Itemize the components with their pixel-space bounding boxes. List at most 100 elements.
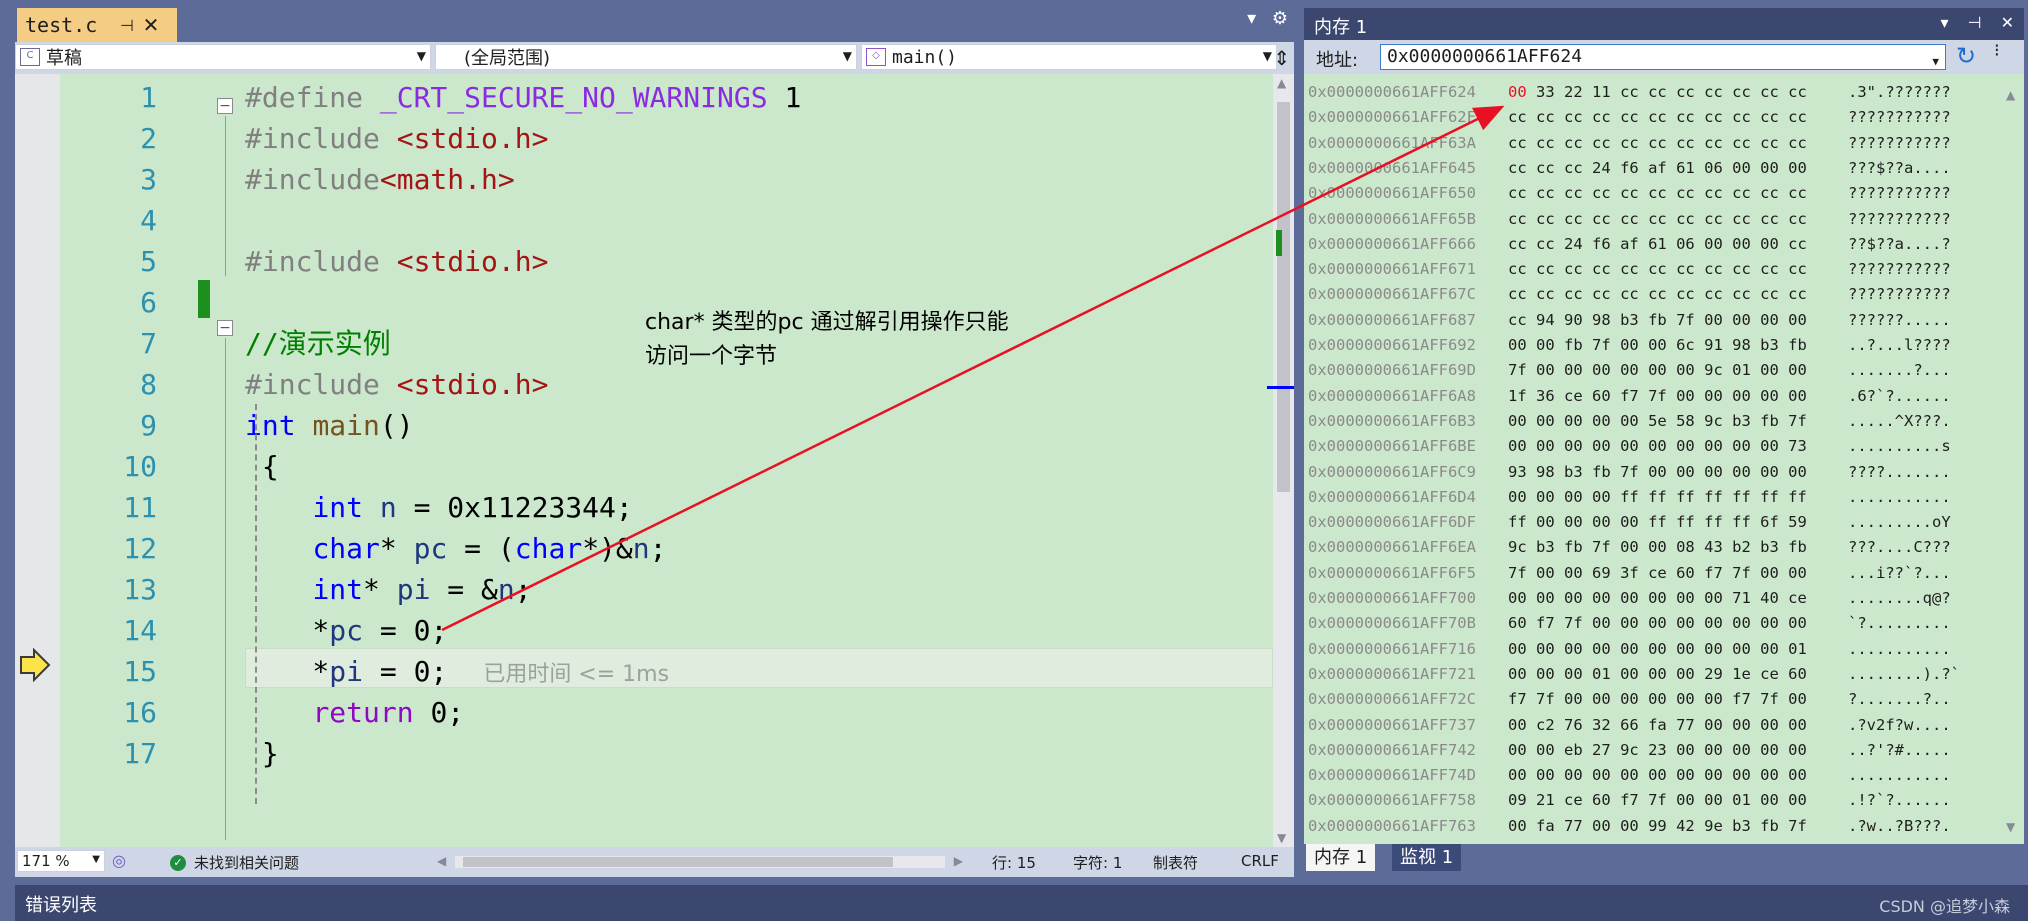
memory-byte[interactable]: 00 [1592,589,1611,607]
memory-bytes[interactable]: 00 c2 76 32 66 fa 77 00 00 00 00 [1508,713,1807,738]
memory-byte[interactable]: 00 [1704,766,1723,784]
memory-row[interactable]: 0x0000000661AFF6D4 00 00 00 00 ff ff ff f… [1304,485,2000,510]
memory-byte[interactable]: 00 [1788,766,1807,784]
memory-byte[interactable]: cc [1760,285,1779,303]
memory-byte[interactable]: ce [1788,589,1807,607]
memory-byte[interactable]: cc [1592,108,1611,126]
memory-byte[interactable]: 00 [1732,387,1751,405]
memory-byte[interactable]: 00 [1760,311,1779,329]
scroll-up-icon[interactable]: ▲ [2006,88,2015,102]
memory-byte[interactable]: 00 [1620,640,1639,658]
memory-byte[interactable]: 7f [1536,690,1555,708]
code-line[interactable]: 4 [15,201,1273,241]
memory-byte[interactable]: cc [1732,83,1751,101]
memory-byte[interactable]: 00 [1508,336,1527,354]
memory-byte[interactable]: 73 [1788,437,1807,455]
memory-byte[interactable]: cc [1704,285,1723,303]
memory-row[interactable]: 0x0000000661AFF700 00 00 00 00 00 00 00 0… [1304,586,2000,611]
memory-byte[interactable]: 00 [1620,665,1639,683]
scroll-thumb[interactable] [1277,102,1290,492]
code-line[interactable]: 10 { [15,447,1273,487]
memory-byte[interactable]: 7f [1676,311,1695,329]
memory-byte[interactable]: 00 [1536,589,1555,607]
memory-byte[interactable]: 7f [1760,690,1779,708]
memory-byte[interactable]: 77 [1676,716,1695,734]
memory-bytes[interactable]: 00 00 00 00 00 00 00 00 71 40 ce [1508,586,1807,611]
memory-byte[interactable]: 00 [1704,437,1723,455]
memory-byte[interactable]: 00 [1760,716,1779,734]
memory-byte[interactable]: 59 [1788,513,1807,531]
memory-byte[interactable]: 00 [1788,716,1807,734]
memory-byte[interactable]: 00 [1732,311,1751,329]
memory-byte[interactable]: b2 [1732,538,1751,556]
memory-byte[interactable]: 11 [1592,83,1611,101]
memory-byte[interactable]: ff [1508,513,1527,531]
memory-bytes[interactable]: cc cc cc cc cc cc cc cc cc cc cc [1508,207,1807,232]
memory-byte[interactable]: cc [1704,260,1723,278]
scroll-down-icon[interactable]: ▼ [2006,820,2015,834]
memory-byte[interactable]: 00 [1620,817,1639,835]
memory-byte[interactable]: 00 [1620,336,1639,354]
memory-byte[interactable]: f6 [1592,235,1611,253]
memory-byte[interactable]: 00 [1592,690,1611,708]
refresh-icon[interactable]: ↻ [1956,42,1976,70]
memory-byte[interactable]: 60 [1508,614,1527,632]
pin-icon[interactable]: ⊣ [115,16,139,35]
memory-byte[interactable]: cc [1788,83,1807,101]
memory-byte[interactable]: 01 [1592,665,1611,683]
memory-byte[interactable]: 00 [1648,690,1667,708]
memory-byte[interactable]: 00 [1732,766,1751,784]
memory-byte[interactable]: 00 [1676,437,1695,455]
memory-byte[interactable]: cc [1648,285,1667,303]
memory-bytes[interactable]: cc cc cc 24 f6 af 61 06 00 00 00 [1508,156,1807,181]
memory-byte[interactable]: cc [1788,260,1807,278]
close-icon[interactable]: ✕ [2001,13,2014,32]
memory-byte[interactable]: 98 [1536,463,1555,481]
memory-byte[interactable]: 01 [1788,640,1807,658]
memory-bytes[interactable]: 00 00 00 00 00 00 00 00 00 00 01 [1508,637,1807,662]
code-line[interactable]: 9 int main() [15,406,1273,446]
memory-byte[interactable]: 00 [1508,640,1527,658]
tab-memory-1[interactable]: 内存 1 [1306,844,1376,871]
memory-byte[interactable]: 00 [1564,665,1583,683]
memory-row[interactable]: 0x0000000661AFF6DF ff 00 00 00 00 ff ff f… [1304,510,2000,535]
memory-byte[interactable]: 00 [1564,361,1583,379]
memory-byte[interactable]: ff [1788,488,1807,506]
memory-byte[interactable]: cc [1704,83,1723,101]
memory-byte[interactable]: cc [1760,134,1779,152]
memory-byte[interactable]: 29 [1704,665,1723,683]
memory-byte[interactable]: cc [1620,260,1639,278]
memory-byte[interactable]: ce [1648,564,1667,582]
memory-byte[interactable]: 00 [1676,766,1695,784]
memory-row[interactable]: 0x0000000661AFF69D 7f 00 00 00 00 00 00 9… [1304,358,2000,383]
memory-byte[interactable]: cc [1648,260,1667,278]
memory-byte[interactable]: 7f [1648,387,1667,405]
memory-byte[interactable]: ff [1620,488,1639,506]
memory-bytes[interactable]: 00 00 00 00 00 00 00 00 00 00 00 [1508,763,1807,788]
memory-byte[interactable]: 00 [1760,463,1779,481]
pin-icon[interactable]: ⊣ [1968,13,1982,32]
memory-byte[interactable]: 7f [1564,614,1583,632]
memory-byte[interactable]: f6 [1620,159,1639,177]
memory-bytes[interactable]: 9c b3 fb 7f 00 00 08 43 b2 b3 fb [1508,535,1807,560]
memory-byte[interactable]: cc [1760,83,1779,101]
memory-byte[interactable]: ff [1704,488,1723,506]
memory-byte[interactable]: 33 [1536,83,1555,101]
char-indicator[interactable]: 字符: 1 [1073,852,1122,873]
memory-byte[interactable]: cc [1676,285,1695,303]
toolbar-overflow-icon[interactable]: ⁝ [1994,40,2000,61]
line-ending-indicator[interactable]: CRLF [1241,852,1279,870]
memory-byte[interactable]: cc [1648,184,1667,202]
memory-byte[interactable]: 36 [1536,387,1555,405]
memory-byte[interactable]: 60 [1592,791,1611,809]
memory-row[interactable]: 0x0000000661AFF6A8 1f 36 ce 60 f7 7f 00 0… [1304,384,2000,409]
memory-byte[interactable]: cc [1676,184,1695,202]
code-line[interactable]: 8 #include <stdio.h> [15,365,1273,405]
memory-byte[interactable]: 21 [1536,791,1555,809]
code-line[interactable]: 12 char* pc = (char*)&n; [15,529,1273,569]
memory-byte[interactable]: cc [1760,260,1779,278]
memory-byte[interactable]: f7 [1536,614,1555,632]
memory-byte[interactable]: cc [1648,83,1667,101]
memory-byte[interactable]: 00 [1536,640,1555,658]
memory-byte[interactable]: 7f [1788,817,1807,835]
